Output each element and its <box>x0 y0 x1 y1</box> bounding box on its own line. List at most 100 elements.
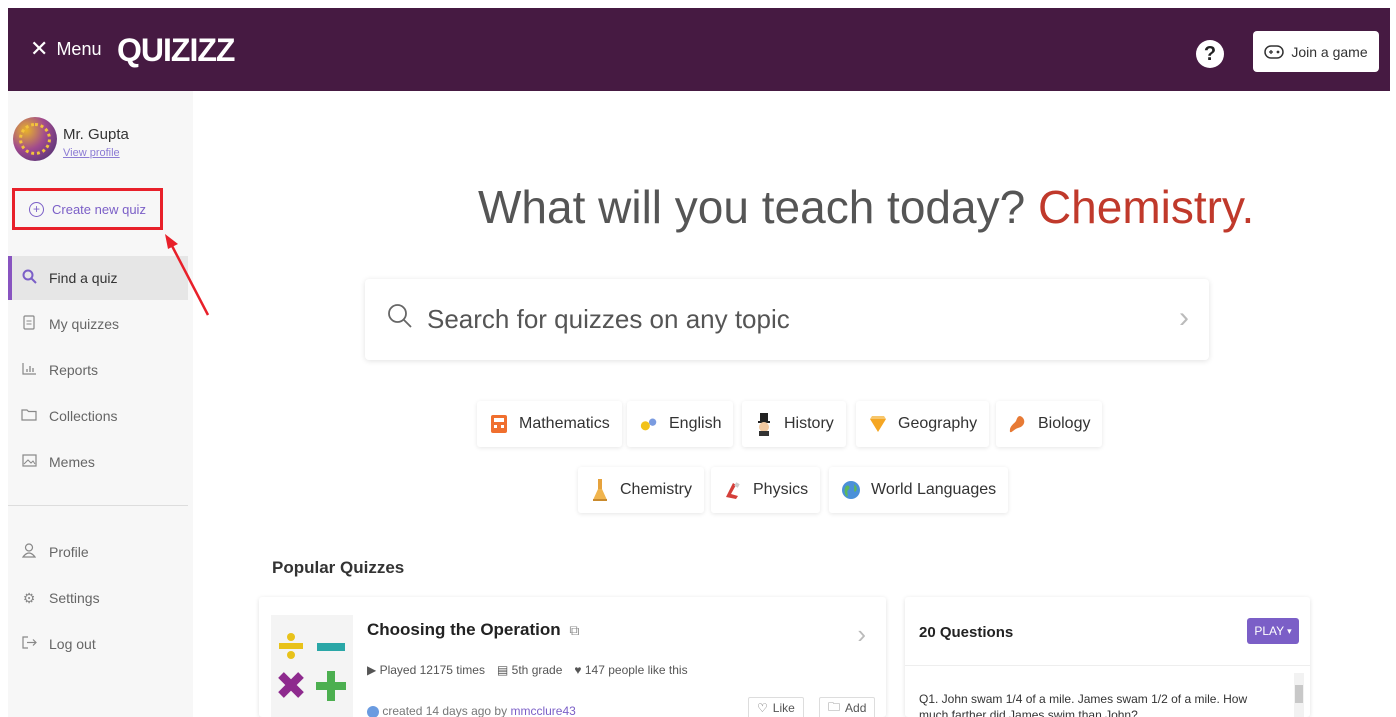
add-label: Add <box>845 701 867 715</box>
like-button[interactable]: ♡ Like <box>748 697 804 717</box>
sidebar-item-reports[interactable]: Reports <box>8 348 188 392</box>
sidebar-item-collections[interactable]: Collections <box>8 394 188 438</box>
sidebar-item-log-out[interactable]: Log out <box>8 622 188 666</box>
quizizz-logo[interactable]: QUIZIZZ <box>117 32 235 69</box>
search-bar[interactable]: Search for quizzes on any topic › <box>365 279 1209 360</box>
chip-label: World Languages <box>871 481 997 498</box>
sidebar-divider <box>8 505 188 506</box>
sidebar-item-label: Find a quiz <box>49 270 118 286</box>
add-button[interactable]: 🗀 Add <box>819 697 876 717</box>
sidebar-item-profile[interactable]: Profile <box>8 530 188 574</box>
join-game-button[interactable]: Join a game <box>1253 31 1379 72</box>
subject-chip-physics[interactable]: Physics <box>711 467 821 513</box>
subject-chip-history[interactable]: History <box>742 401 846 447</box>
search-icon <box>21 269 37 287</box>
menu-label: Menu <box>56 38 102 59</box>
sidebar-item-label: Collections <box>49 408 118 424</box>
magnet-icon <box>723 480 743 500</box>
create-new-quiz-button[interactable]: + Create new quiz <box>12 188 163 230</box>
english-icon <box>639 414 659 434</box>
gamepad-icon <box>1264 44 1285 59</box>
sidebar-item-label: Reports <box>49 362 99 378</box>
calculator-icon <box>489 414 509 434</box>
likes-text: 147 people like this <box>584 663 688 677</box>
grade-icon: ▤ <box>496 663 509 677</box>
copy-icon[interactable]: ⧉ <box>569 622 579 638</box>
sidebar-item-label: Log out <box>49 636 96 652</box>
subject-chip-geography[interactable]: Geography <box>856 401 990 447</box>
chip-label: History <box>784 415 834 432</box>
quiz-meta: ▶ Played 12175 times ▤ 5th grade ♥ 147 p… <box>367 663 688 677</box>
quiz-card[interactable]: Choosing the Operation ⧉ › ▶ Played 1217… <box>259 597 886 717</box>
sidebar-item-label: Settings <box>49 590 100 606</box>
document-icon <box>21 315 37 333</box>
creator-link[interactable]: mmcclure43 <box>510 704 575 717</box>
search-icon <box>387 303 413 336</box>
likes-count: ♥ 147 people like this <box>574 663 687 677</box>
sidebar-item-label: Profile <box>49 544 89 560</box>
scrollbar[interactable] <box>1294 673 1304 717</box>
subject-chip-mathematics[interactable]: Mathematics <box>477 401 622 447</box>
chip-label: Geography <box>898 415 978 432</box>
question-text: Q1. John swam 1/4 of a mile. James swam … <box>919 692 1248 717</box>
chevron-down-icon: ▾ <box>1287 625 1292 636</box>
avatar[interactable] <box>13 117 57 161</box>
globe-icon <box>841 480 861 500</box>
play-icon: ▶ <box>367 663 377 677</box>
bar-chart-icon <box>21 362 37 378</box>
played-text: Played 12175 times <box>379 663 485 677</box>
heart-icon: ♥ <box>574 663 582 677</box>
grade: ▤ 5th grade <box>497 663 562 677</box>
search-input[interactable]: Search for quizzes on any topic <box>427 304 790 335</box>
hero-prefix: What will you teach today? <box>478 181 1026 233</box>
creator-avatar-icon <box>367 705 379 717</box>
sidebar-item-label: Memes <box>49 454 95 470</box>
preview-divider <box>905 665 1310 666</box>
plus-circle-icon: + <box>29 201 44 217</box>
user-name: Mr. Gupta <box>63 126 129 143</box>
created-text: created 14 days ago by <box>382 704 508 717</box>
close-icon: ✕ <box>30 36 49 61</box>
history-icon <box>754 413 774 436</box>
chip-label: Mathematics <box>519 415 610 432</box>
chevron-right-icon[interactable]: › <box>1179 301 1189 335</box>
play-button[interactable]: PLAY ▾ <box>1247 618 1299 644</box>
quiz-title-text: Choosing the Operation <box>367 620 561 639</box>
section-title: Popular Quizzes <box>272 558 405 577</box>
menu-button[interactable]: ✕ Menu <box>30 38 101 60</box>
quiz-title[interactable]: Choosing the Operation ⧉ <box>367 620 579 640</box>
annotation-arrow <box>165 234 210 316</box>
folder-icon: 🗀 <box>828 699 841 714</box>
heart-outline-icon: ♡ <box>757 701 768 715</box>
folder-icon <box>21 408 37 424</box>
chemistry-icon <box>590 479 610 501</box>
hero-subject: Chemistry. <box>1037 181 1255 233</box>
chevron-right-icon[interactable]: › <box>857 619 866 650</box>
sidebar: Mr. Gupta View profile + Create new quiz… <box>8 91 193 717</box>
sidebar-item-memes[interactable]: Memes <box>8 440 188 484</box>
play-label: PLAY <box>1254 624 1285 638</box>
chip-label: Physics <box>753 481 809 498</box>
subject-chip-biology[interactable]: Biology <box>996 401 1103 447</box>
help-button[interactable]: ? <box>1196 40 1224 68</box>
view-profile-link[interactable]: View profile <box>63 147 120 159</box>
biology-icon <box>1008 414 1028 434</box>
like-label: Like <box>772 701 795 715</box>
user-icon <box>21 543 37 561</box>
geography-icon <box>868 414 888 434</box>
quiz-creator: created 14 days ago by mmcclure43 <box>367 704 576 717</box>
sidebar-item-settings[interactable]: ⚙ Settings <box>8 576 188 620</box>
chip-label: Biology <box>1038 415 1091 432</box>
played-count: ▶ Played 12175 times <box>367 663 485 677</box>
create-new-quiz-label: Create new quiz <box>52 201 146 217</box>
question-count: 20 Questions <box>919 624 1014 641</box>
chip-label: English <box>669 415 722 432</box>
top-bar: ✕ Menu QUIZIZZ ? Join a game <box>8 8 1390 91</box>
gear-icon: ⚙ <box>22 589 36 606</box>
chip-label: Chemistry <box>620 481 693 498</box>
subject-chip-english[interactable]: English <box>627 401 734 447</box>
subject-chip-world-languages[interactable]: World Languages <box>829 467 1009 513</box>
subject-chip-chemistry[interactable]: Chemistry <box>578 467 705 513</box>
join-game-label: Join a game <box>1291 43 1368 60</box>
logout-icon <box>21 636 37 652</box>
